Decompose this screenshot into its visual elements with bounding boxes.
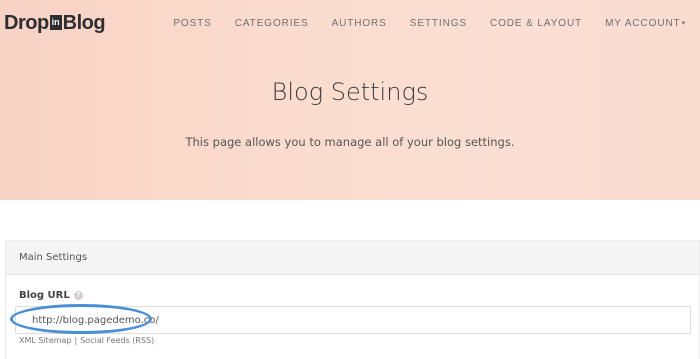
nav-code-layout[interactable]: CODE & LAYOUT — [490, 18, 582, 29]
link-separator: | — [74, 336, 78, 345]
nav-settings[interactable]: SETTINGS — [410, 18, 467, 29]
feed-links: XML Sitemap | Social Feeds (RSS) — [19, 336, 154, 345]
nav-authors[interactable]: AUTHORS — [332, 18, 387, 29]
blog-url-label: Blog URL ? — [19, 290, 83, 301]
blog-url-label-text: Blog URL — [19, 290, 70, 301]
nav-categories[interactable]: CATEGORIES — [235, 18, 309, 29]
blog-url-input[interactable] — [15, 306, 691, 334]
page-title: Blog Settings — [271, 78, 429, 106]
page-subtitle: This page allows you to manage all of yo… — [185, 135, 515, 149]
main-nav: POSTS CATEGORIES AUTHORS SETTINGS CODE &… — [150, 18, 686, 29]
nav-my-account-label: MY ACCOUNT — [605, 18, 681, 29]
help-icon[interactable]: ? — [73, 291, 83, 300]
logo-text-drop: Drop — [4, 11, 49, 34]
nav-my-account[interactable]: MY ACCOUNT▾ — [605, 18, 686, 29]
logo-text-blog: Blog — [62, 11, 106, 34]
main-settings-panel: Main Settings Blog URL ? XML Sitemap|Soc… — [5, 240, 700, 359]
social-feeds-link[interactable]: Social Feeds (RSS) — [80, 336, 154, 345]
main-settings-heading: Main Settings — [6, 241, 699, 275]
nav-posts[interactable]: POSTS — [173, 18, 211, 29]
dropinblog-logo[interactable]: Drop in Blog — [4, 11, 106, 35]
chevron-down-icon: ▾ — [681, 20, 686, 27]
logo-text-in: in — [49, 14, 62, 30]
xml-sitemap-link[interactable]: XML Sitemap — [19, 336, 72, 345]
hero-banner: Drop in Blog POSTS CATEGORIES AUTHORS SETT… — [0, 0, 700, 200]
